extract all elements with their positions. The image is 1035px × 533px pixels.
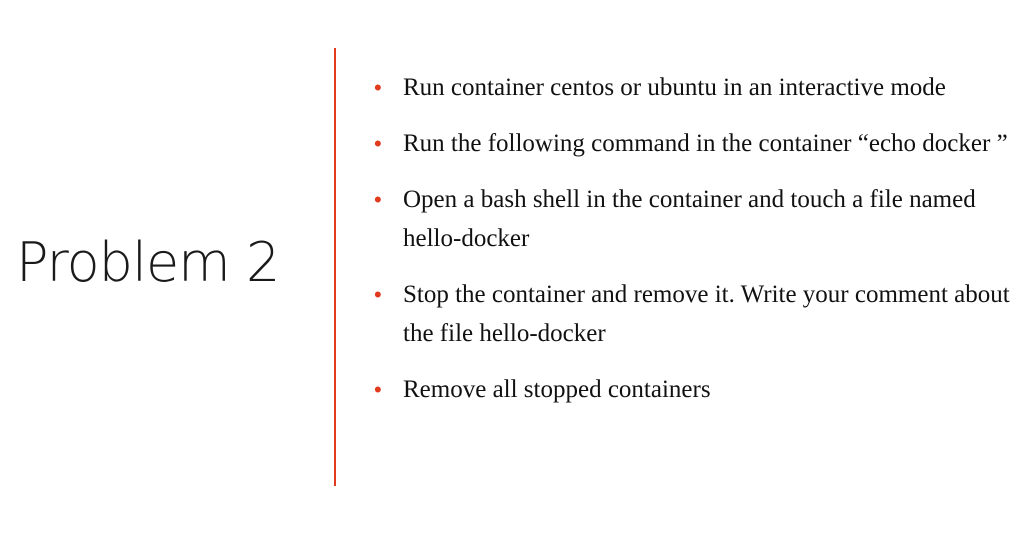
bullet-item: • Open a bash shell in the container and… bbox=[374, 180, 1024, 258]
bullet-list: • Run container centos or ubuntu in an i… bbox=[374, 68, 1024, 409]
bullet-text: Stop the container and remove it. Write … bbox=[403, 281, 1010, 347]
bullet-text: Run container centos or ubuntu in an int… bbox=[403, 74, 946, 101]
bullet-dot-icon: • bbox=[374, 131, 382, 156]
bullet-item: • Remove all stopped containers bbox=[374, 370, 1024, 409]
bullet-item: • Stop the container and remove it. Writ… bbox=[374, 275, 1024, 353]
bullet-text: Remove all stopped containers bbox=[403, 376, 711, 403]
bullet-dot-icon: • bbox=[374, 75, 382, 100]
bullet-text: Run the following command in the contain… bbox=[403, 130, 1008, 157]
bullet-dot-icon: • bbox=[374, 282, 382, 307]
bullet-dot-icon: • bbox=[374, 187, 382, 212]
bullet-text: Open a bash shell in the container and t… bbox=[403, 186, 976, 252]
bullet-item: • Run the following command in the conta… bbox=[374, 124, 1024, 163]
vertical-divider bbox=[334, 48, 336, 486]
bullet-item: • Run container centos or ubuntu in an i… bbox=[374, 68, 1024, 107]
slide-title: Problem 2 bbox=[16, 231, 280, 294]
bullet-dot-icon: • bbox=[374, 377, 382, 402]
